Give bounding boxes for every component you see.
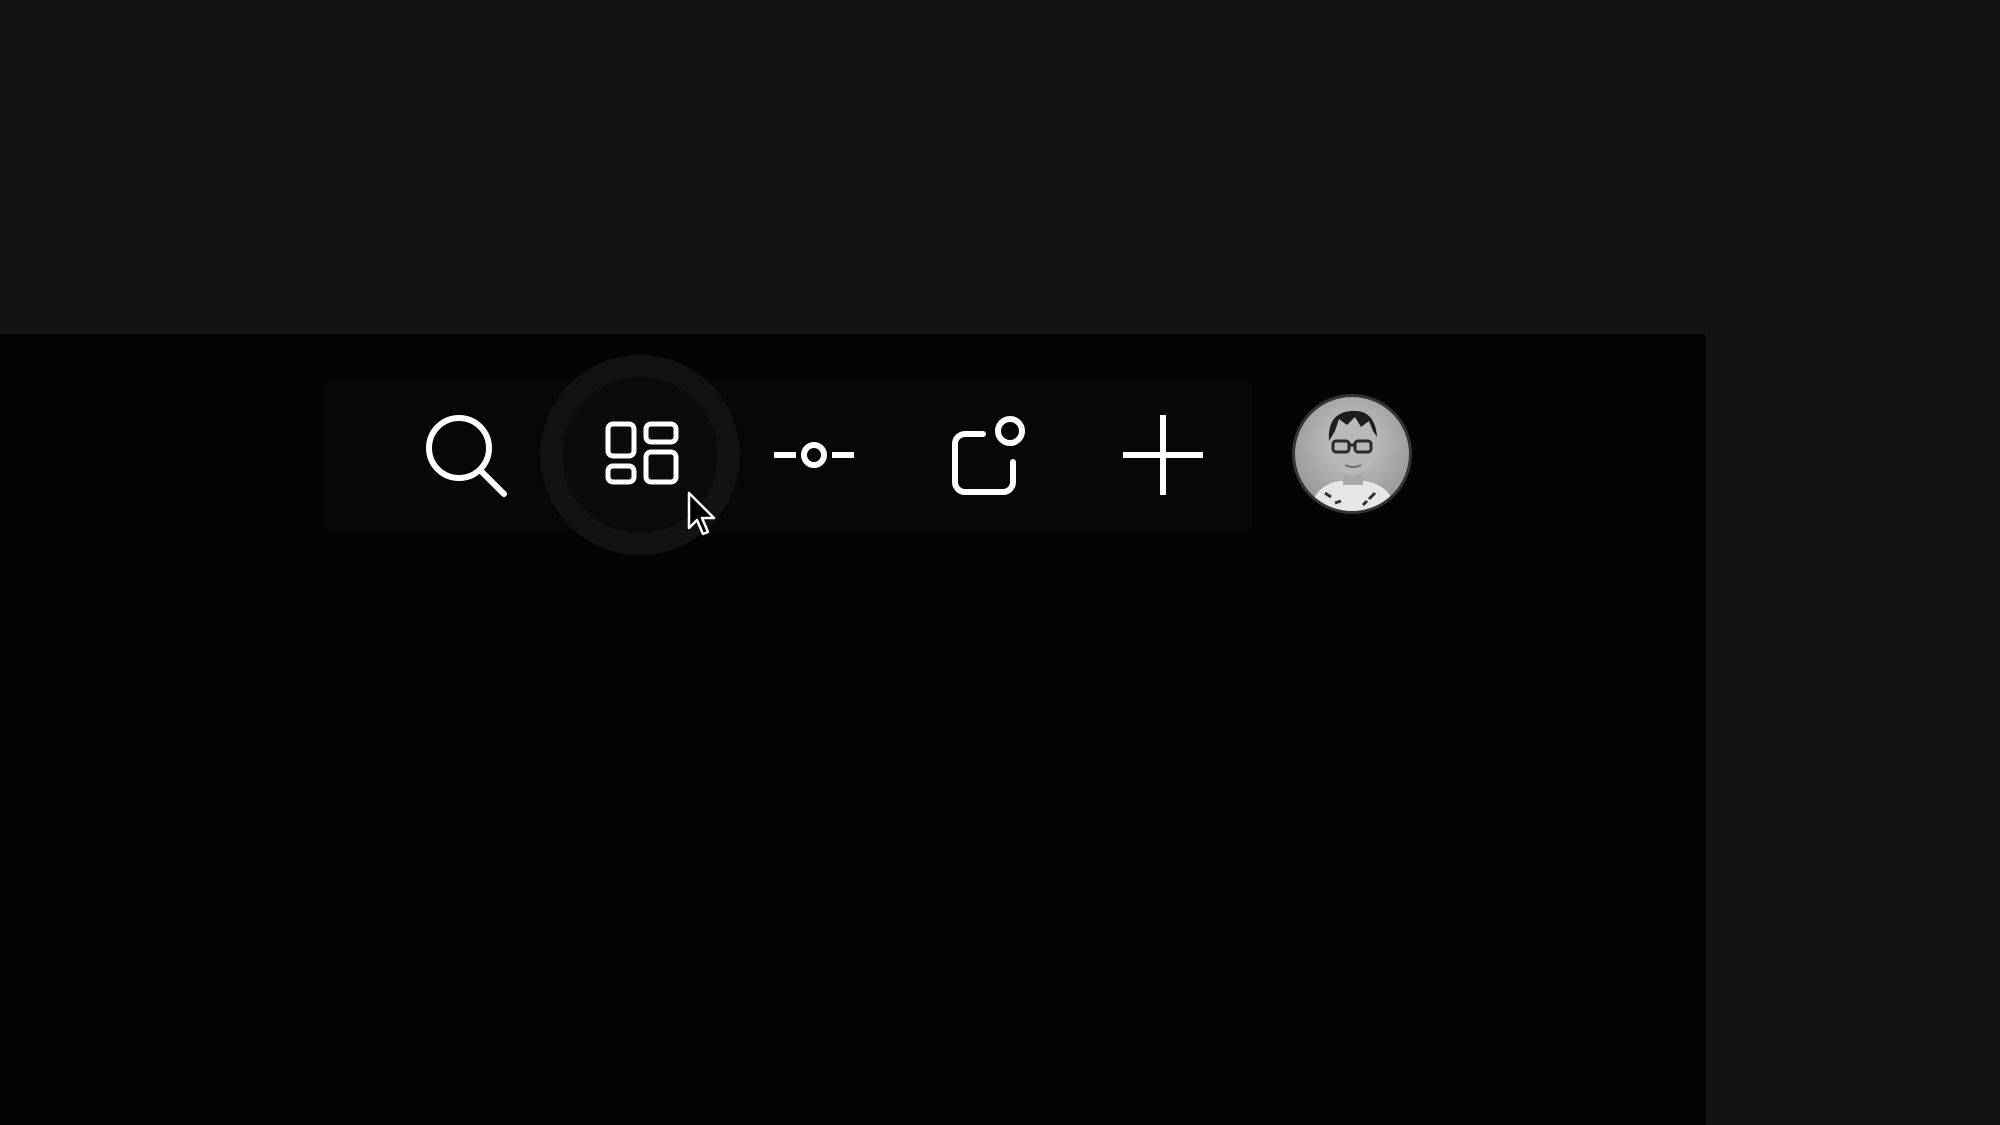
user-avatar[interactable] xyxy=(1292,394,1412,514)
create-button[interactable] xyxy=(1063,355,1263,555)
commit-icon xyxy=(774,442,854,468)
search-icon xyxy=(426,415,507,497)
plus-icon xyxy=(1123,415,1203,495)
search-button[interactable] xyxy=(366,355,566,555)
grid-icon xyxy=(605,421,679,485)
notification-icon xyxy=(952,416,1025,495)
notifications-button[interactable] xyxy=(889,355,1089,555)
avatar-photo xyxy=(1295,397,1409,511)
apps-button[interactable] xyxy=(540,355,740,555)
commits-button[interactable] xyxy=(714,355,914,555)
